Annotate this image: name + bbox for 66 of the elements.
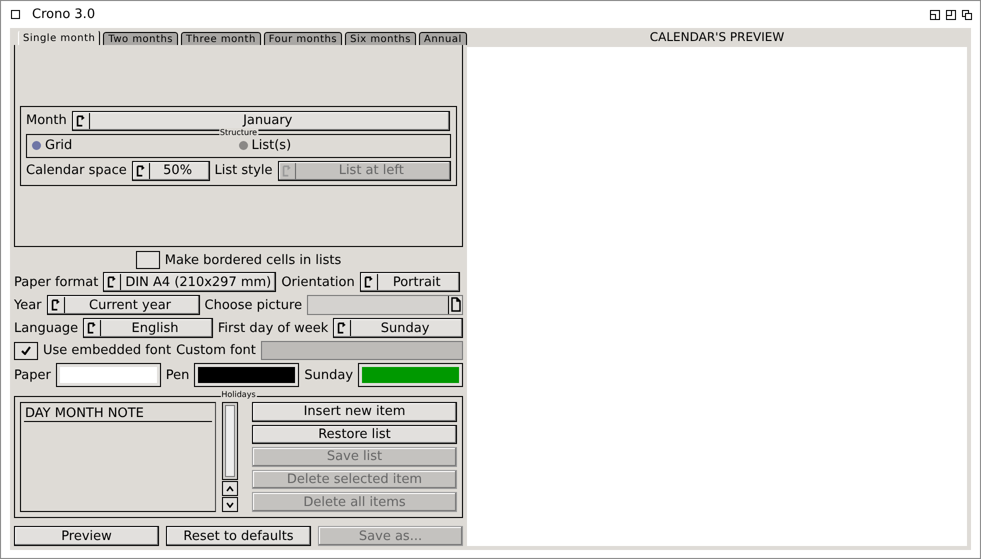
preview-title: CALENDAR'S PREVIEW xyxy=(648,30,786,46)
cycle-icon xyxy=(76,112,90,128)
radio-button[interactable] xyxy=(32,141,41,150)
first-day-dropdown[interactable]: Sunday xyxy=(333,318,463,338)
checkbox[interactable] xyxy=(14,342,38,360)
restore-icon[interactable] xyxy=(962,10,972,20)
checkbox-label: Make bordered cells in lists xyxy=(164,252,342,268)
holiday-list[interactable]: DAY MONTH NOTE xyxy=(20,402,216,512)
custom-font-label: Custom font xyxy=(176,343,256,358)
cycle-icon xyxy=(282,162,296,178)
scrollbar-thumb[interactable] xyxy=(225,405,235,477)
tab[interactable]: Annual xyxy=(418,32,467,45)
tab[interactable]: Three month xyxy=(181,32,261,45)
list-style-label: List style xyxy=(214,163,273,178)
choose-picture-label: Choose picture xyxy=(204,298,302,312)
orientation-dropdown[interactable]: Portrait xyxy=(360,272,460,292)
paper-color-swatch[interactable] xyxy=(56,363,161,387)
orientation-label: Orientation xyxy=(281,274,355,290)
calendar-space-dropdown[interactable]: 50% xyxy=(132,160,210,180)
insert-item-button[interactable]: Insert new item xyxy=(252,402,457,422)
restore-list-button[interactable]: Restore list xyxy=(252,424,457,444)
tab[interactable]: Two months xyxy=(103,32,178,45)
language-label: Language xyxy=(14,320,78,336)
month-dropdown[interactable]: January xyxy=(72,110,450,130)
scroll-down-button[interactable] xyxy=(222,497,238,512)
month-label: Month xyxy=(26,113,67,128)
pen-color-swatch[interactable] xyxy=(194,363,300,387)
down-caret-icon xyxy=(226,502,234,508)
tab[interactable]: Six months xyxy=(345,32,416,45)
checkbox-label: Use embedded font xyxy=(43,343,172,358)
tab[interactable]: Four months xyxy=(264,32,342,45)
checkmark-icon xyxy=(21,346,31,355)
calendar-space-label: Calendar space xyxy=(26,163,127,178)
cycle-icon xyxy=(107,274,122,290)
paper-format-dropdown[interactable]: DIN A4 (210x297 mm) xyxy=(103,272,276,292)
window-menu-icon[interactable] xyxy=(11,10,20,19)
preview-button[interactable]: Preview xyxy=(14,526,159,546)
tab[interactable]: Single month xyxy=(18,30,100,45)
cycle-icon xyxy=(136,162,150,178)
year-dropdown[interactable]: Current year xyxy=(46,295,200,315)
color-label: Sunday xyxy=(304,368,354,382)
radio-label: List(s) xyxy=(252,138,292,153)
language-dropdown[interactable]: English xyxy=(83,318,213,338)
cycle-icon xyxy=(364,274,378,290)
checkbox[interactable] xyxy=(136,251,160,269)
color-label: Pen xyxy=(166,368,190,382)
cycle-icon xyxy=(50,297,65,313)
reset-button[interactable]: Reset to defaults xyxy=(166,526,311,546)
maximize-icon[interactable] xyxy=(946,10,956,20)
color-label: Paper xyxy=(14,368,51,382)
picture-path-field[interactable] xyxy=(307,295,463,315)
up-caret-icon xyxy=(226,486,234,492)
list-header: DAY MONTH NOTE xyxy=(24,406,212,422)
radio-button[interactable] xyxy=(238,141,248,150)
scroll-up-button[interactable] xyxy=(222,481,238,496)
cycle-icon xyxy=(87,320,102,336)
cycle-icon xyxy=(337,320,352,336)
sunday-color-swatch[interactable] xyxy=(358,363,464,387)
paper-format-label: Paper format xyxy=(14,274,98,290)
minimize-icon[interactable] xyxy=(930,10,940,20)
first-day-label: First day of week xyxy=(218,320,328,336)
file-icon[interactable] xyxy=(448,296,462,314)
radio-label: Grid xyxy=(45,138,72,153)
holidays-legend: Holidays xyxy=(220,390,257,400)
window-title: Crono 3.0 xyxy=(32,7,96,22)
year-label: Year xyxy=(14,298,42,312)
